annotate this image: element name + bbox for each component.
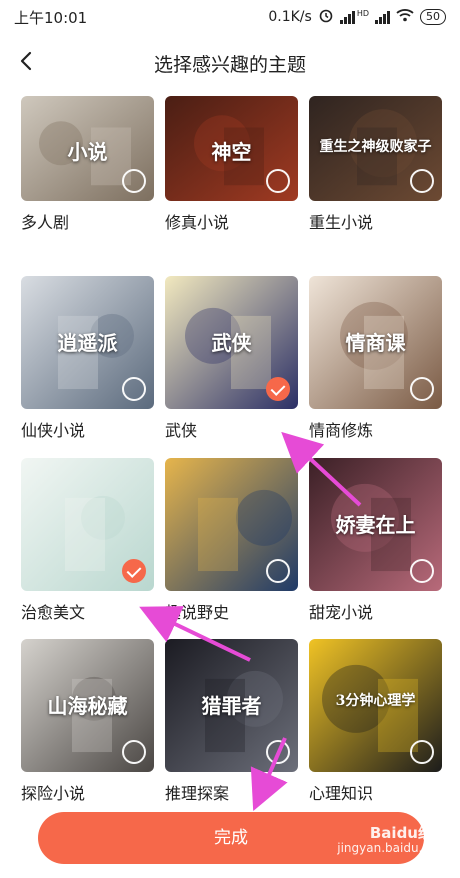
checkmark-unselected-icon[interactable] xyxy=(266,169,290,193)
topic-tile[interactable]: 小说多人剧 xyxy=(21,96,154,232)
checkmark-unselected-icon[interactable] xyxy=(122,740,146,764)
checkmark-unselected-icon[interactable] xyxy=(266,740,290,764)
signal-bar xyxy=(339,19,343,24)
topic-cover-image: 猎罪者 xyxy=(165,639,298,772)
topic-tile[interactable]: 治愈美文 xyxy=(21,458,154,622)
checkmark-unselected-icon[interactable] xyxy=(122,169,146,193)
alarm-icon xyxy=(318,7,334,27)
cover-title: 猎罪者 xyxy=(201,693,262,718)
topic-cover-image xyxy=(21,458,154,591)
checkmark-unselected-icon[interactable] xyxy=(410,740,434,764)
checkmark-unselected-icon[interactable] xyxy=(122,377,146,401)
topic-label: 多人剧 xyxy=(21,213,70,232)
topic-tile[interactable]: 武侠 武侠 xyxy=(165,276,298,440)
status-time: 上午10:01 xyxy=(14,9,88,27)
topic-cover-image: 娇妻在上 xyxy=(309,458,442,591)
checkmark-unselected-icon[interactable] xyxy=(410,169,434,193)
status-bar: 上午10:01 0.1K/s HD 50 xyxy=(0,0,460,34)
topic-grid: 小说 多人剧 神空 修真小说 重生之神级败家子 重生小说 逍遥派 仙侠小说 武侠 武侠 情商课 情商修… xyxy=(0,96,460,816)
topic-label: 推理探案 xyxy=(165,784,230,803)
signal-bar xyxy=(379,16,382,24)
cover-title: 逍遥派 xyxy=(57,330,118,355)
battery-indicator: 50 xyxy=(420,9,446,25)
signal-icon xyxy=(339,10,355,24)
net-speed: 0.1K/s xyxy=(268,9,312,25)
signal-bar xyxy=(347,13,351,24)
cover-title: 小说 xyxy=(67,139,108,164)
topic-cover-image xyxy=(165,458,298,591)
cover-title: 情商课 xyxy=(345,330,406,355)
topic-cover-image: 情商课 xyxy=(309,276,442,409)
header: 选择感兴趣的主题 xyxy=(0,40,460,84)
topic-tile[interactable]: 情商课情商修炼 xyxy=(309,276,442,440)
topic-cover-image: 重生之神级败家子 xyxy=(309,96,442,201)
cover-title: 神空 xyxy=(211,139,252,164)
topic-label: 心理知识 xyxy=(309,784,374,803)
cover-title: 山海秘藏 xyxy=(47,693,128,718)
wifi-icon xyxy=(396,8,414,26)
topic-tile[interactable]: 趣说野史 xyxy=(165,458,298,622)
topic-label: 情商修炼 xyxy=(309,421,374,440)
cover-title: 3分钟心理学 xyxy=(335,692,416,709)
signal-bar xyxy=(351,10,355,24)
topic-tile[interactable]: 娇妻在上甜宠小说 xyxy=(309,458,442,622)
topic-cover-image: 山海秘藏 xyxy=(21,639,154,772)
checkmark-unselected-icon[interactable] xyxy=(266,559,290,583)
cover-title: 重生之神级败家子 xyxy=(319,138,432,155)
topic-tile[interactable]: 逍遥派仙侠小说 xyxy=(21,276,154,440)
topic-cover-image: 神空 xyxy=(165,96,298,201)
checkmark-unselected-icon[interactable] xyxy=(410,377,434,401)
status-indicators: 0.1K/s HD 50 xyxy=(268,7,446,27)
topic-label: 重生小说 xyxy=(309,213,374,232)
topic-tile[interactable]: 3分钟心理学心理知识 xyxy=(309,639,442,803)
checkmark-unselected-icon[interactable] xyxy=(410,559,434,583)
topic-label: 仙侠小说 xyxy=(21,421,86,440)
signal-bar xyxy=(387,10,390,24)
signal-icon-2 xyxy=(375,10,390,24)
topic-label: 修真小说 xyxy=(165,213,230,232)
checkmark-selected-icon[interactable] xyxy=(266,377,290,401)
topic-cover-image: 3分钟心理学 xyxy=(309,639,442,772)
watermark-url: jingyan.baidu.com xyxy=(337,841,448,855)
topic-cover-image: 小说 xyxy=(21,96,154,201)
hd-label: HD xyxy=(356,8,369,18)
topic-cover-image: 武侠 xyxy=(165,276,298,409)
signal-bar xyxy=(375,19,378,24)
topic-tile[interactable]: 猎罪者推理探案 xyxy=(165,639,298,803)
watermark: Baidu经验 jingyan.baidu.com xyxy=(337,826,448,856)
topic-label: 探险小说 xyxy=(21,784,86,803)
topic-tile[interactable]: 山海秘藏探险小说 xyxy=(21,639,154,803)
topic-label: 治愈美文 xyxy=(21,603,86,622)
topic-cover-image: 逍遥派 xyxy=(21,276,154,409)
signal-bar xyxy=(343,16,347,24)
topic-label: 武侠 xyxy=(165,421,198,440)
page-title: 选择感兴趣的主题 xyxy=(153,54,306,76)
watermark-brand: Baidu经验 xyxy=(369,824,448,842)
topic-label: 趣说野史 xyxy=(165,603,230,622)
cover-title: 武侠 xyxy=(211,330,252,355)
checkmark-selected-icon[interactable] xyxy=(122,559,146,583)
topic-tile[interactable]: 重生之神级败家子重生小说 xyxy=(309,96,442,232)
topic-label: 甜宠小说 xyxy=(309,603,374,622)
topic-tile[interactable]: 神空修真小说 xyxy=(165,96,298,232)
signal-bar xyxy=(383,13,386,24)
cover-title: 娇妻在上 xyxy=(335,512,416,537)
